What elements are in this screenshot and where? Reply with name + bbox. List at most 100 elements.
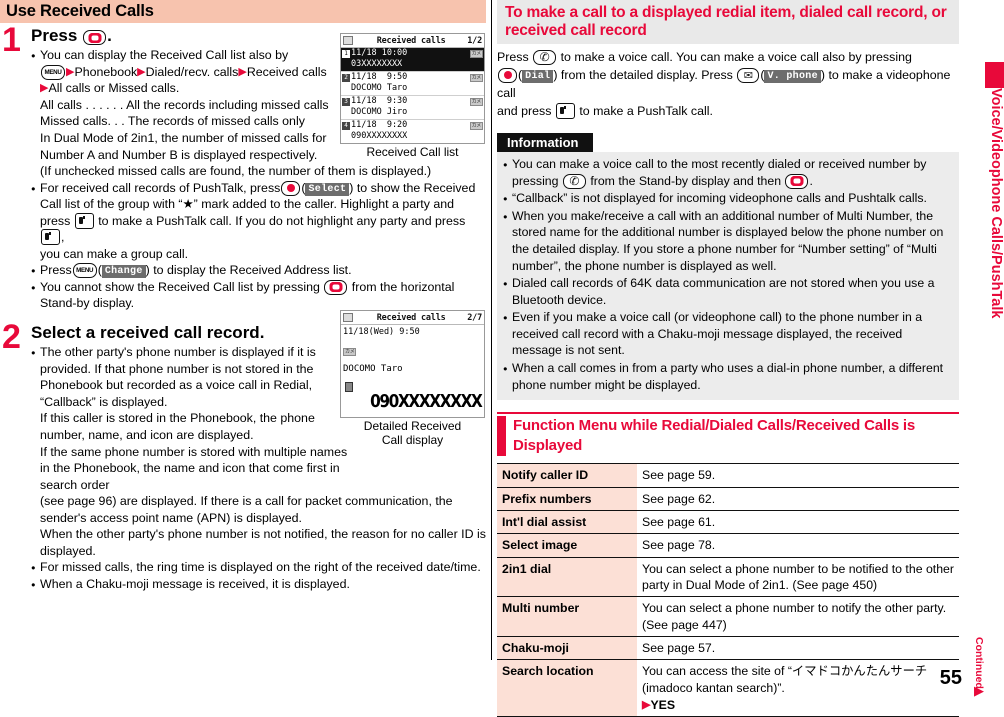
table-row: Chaku-moji See page 57. <box>497 636 959 661</box>
left-column: Use Received Calls 1 Press . You can dis… <box>0 0 486 697</box>
softkey-change-label: Change <box>101 265 146 279</box>
info-bullet-multi-number: When you make/receive a call with an add… <box>503 208 951 274</box>
voice-call-key-icon <box>533 49 557 66</box>
press-label: press <box>40 213 71 228</box>
desc-multiple-names: If the same phone number is stored with … <box>40 444 348 459</box>
phone-screen-detailed-call: Received calls 2/7 11/18(Wed) 9:50 カメ DO… <box>340 310 485 418</box>
column-divider <box>491 0 492 660</box>
section-accent-bar <box>497 416 506 457</box>
info-text-b: from the Stand-by display and then <box>590 173 782 188</box>
row-number: 090XXXXXXXX <box>351 131 408 141</box>
table-row: Multi number You can select a phone numb… <box>497 596 959 637</box>
function-menu-header: Function Menu while Redial/Dialed Calls/… <box>497 416 959 457</box>
information-section: Information You can make a voice call to… <box>497 132 959 401</box>
step-1-heading-suffix: . <box>107 26 112 45</box>
manual-page: Use Received Calls 1 Press . You can dis… <box>0 0 1004 717</box>
row-datetime: 11/18 9:30 <box>351 96 408 106</box>
bullet-text: You can display the Received Call list a… <box>40 48 289 63</box>
step-2-bullets-wide: (see page 96) are displayed. If there is… <box>31 493 486 592</box>
row-badge-icon: カメ <box>469 121 483 130</box>
row-key: Multi number <box>497 596 637 637</box>
menu-key-icon: MENU <box>41 64 65 80</box>
row-number: DOCOMO Taro <box>351 83 408 93</box>
info-text-c: . <box>809 173 813 188</box>
path-dialed-recv-calls: Dialed/recv. calls <box>145 64 239 79</box>
desc-phonebook-redial: Phonebook but recorded as a voice call i… <box>40 378 313 393</box>
section-header-band: Use Received Calls <box>0 0 486 23</box>
mail-key-icon <box>737 67 760 84</box>
call-row-line1: 1 11/18 10:00 カメ <box>342 48 483 59</box>
bullet-pushtalk-records: For received call records of PushTalk, p… <box>31 180 486 197</box>
chapter-tab-label: Voice/Videophone Calls/PushTalk <box>988 88 1004 319</box>
function-menu-table: Notify caller ID See page 59. Prefix num… <box>497 463 959 717</box>
row-index: 3 <box>342 97 350 106</box>
detail-datetime: 11/18(Wed) 9:50 <box>343 327 420 337</box>
row-key: 2in1 dial <box>497 557 637 598</box>
desc-come-first: in the Phonebook, the name and icon that… <box>40 461 340 476</box>
desc-stored-phonebook: If this caller is stored in the Phoneboo… <box>40 411 315 426</box>
desc-group-call: you can make a group call. <box>40 246 189 261</box>
info-bullet-64k-bluetooth: Dialed call records of 64K data communic… <box>503 275 951 308</box>
bullet-text-cont: from the horizontal <box>351 279 455 294</box>
path-received-calls: Received calls <box>246 64 327 79</box>
bullet-horizontal-standby: You cannot show the Received Call list b… <box>31 279 486 296</box>
phone-pager: 1/2 <box>467 35 482 46</box>
right-column: To make a call to a displayed redial ite… <box>497 0 959 717</box>
bullet-chaku-moji: When a Chaku-moji message is received, i… <box>31 576 486 593</box>
path-phonebook: Phonebook <box>74 64 138 79</box>
right-section-header: To make a call to a displayed redial ite… <box>497 0 959 44</box>
right-intro-paragraph: Press to make a voice call. You can make… <box>497 49 959 121</box>
row-badge-icon: カメ <box>469 73 483 82</box>
row-key: Select image <box>497 533 637 558</box>
bullet-received-address-list: PressMENU(Change) to display the Receive… <box>31 262 486 279</box>
phone-screen-received-call-list: Received calls 1/2 1 11/18 10:00 カメ 03XX… <box>340 33 485 144</box>
table-row: Int'l dial assist See page 61. <box>497 510 959 535</box>
bullet-text: Press <box>40 263 72 278</box>
center-select-key-icon <box>324 279 348 295</box>
information-label: Information <box>497 132 593 152</box>
info-bullet-dial-in: When a call comes in from a party who us… <box>503 360 951 393</box>
row-datetime: 11/18 9:20 <box>351 120 408 130</box>
desc-search-order: search order <box>40 477 110 492</box>
row-key: Search location <box>497 659 637 717</box>
row-index: 1 <box>342 49 350 58</box>
figure-caption: Received Call list <box>366 145 459 159</box>
softkey-select-label: Select <box>305 182 350 196</box>
info-bullet-chaku-moji-not-sent: Even if you make a voice call (or videop… <box>503 309 951 359</box>
chapter-tab-block <box>985 62 1004 88</box>
intro-text-4: to make a PushTalk call. <box>579 103 713 118</box>
call-list-row[interactable]: 4 11/18 9:20 カメ 090XXXXXXXX <box>341 120 484 143</box>
call-list-row[interactable]: 1 11/18 10:00 カメ 03XXXXXXXX <box>341 48 484 72</box>
info-bullet-recent-number: You can make a voice call to the most re… <box>503 156 951 190</box>
call-row-line1: 3 11/18 9:30 カメ <box>342 96 483 107</box>
pushtalk-key-icon <box>555 102 575 119</box>
info-bullet-callback: “Callback” is not displayed for incoming… <box>503 190 951 207</box>
arrow-icon: ▶ <box>238 65 247 78</box>
row-value-yes: ▶YES <box>642 697 955 713</box>
row-value: See page 59. <box>637 463 959 488</box>
figure-caption-line1: Detailed Received <box>363 419 462 433</box>
phone-title-bar: Received calls 2/7 <box>341 311 484 325</box>
row-value: See page 62. <box>637 487 959 511</box>
desc-apn: sender's access point name (APN) is disp… <box>40 510 303 525</box>
call-list-row[interactable]: 2 11/18 9:50 カメ DOCOMO Taro <box>341 72 484 96</box>
pushtalk-key-icon <box>41 229 60 246</box>
row-value: See page 57. <box>637 636 959 661</box>
row-number: 03XXXXXXXX <box>351 59 403 69</box>
call-list-row[interactable]: 3 11/18 9:30 カメ DOCOMO Jiro <box>341 96 484 120</box>
path-all-or-missed: All calls or Missed calls. <box>48 81 180 96</box>
center-select-key-icon <box>83 30 107 45</box>
intro-text-1: to make a voice call. You can make a voi… <box>560 50 912 64</box>
row-key: Notify caller ID <box>497 463 637 488</box>
select-key-icon <box>498 67 517 83</box>
function-menu-title: Function Menu while Redial/Dialed Calls/… <box>513 417 916 455</box>
bullet-missed-ring-time: For missed calls, the ring time is displ… <box>31 559 486 576</box>
intro-and-press: and press <box>497 103 552 118</box>
bullet-other-party-number: The other party's phone number is displa… <box>31 344 361 361</box>
section-rule <box>497 412 959 415</box>
table-row: 2in1 dial You can select a phone number … <box>497 557 959 598</box>
phone-pager: 2/7 <box>467 312 482 323</box>
desc-see-page-96: (see page 96) are displayed. If there is… <box>40 494 453 509</box>
desc-pushtalk-press: press to make a PushTalk call. If you do… <box>31 212 486 246</box>
step-2-bullets: The other party's phone number is displa… <box>31 344 361 493</box>
